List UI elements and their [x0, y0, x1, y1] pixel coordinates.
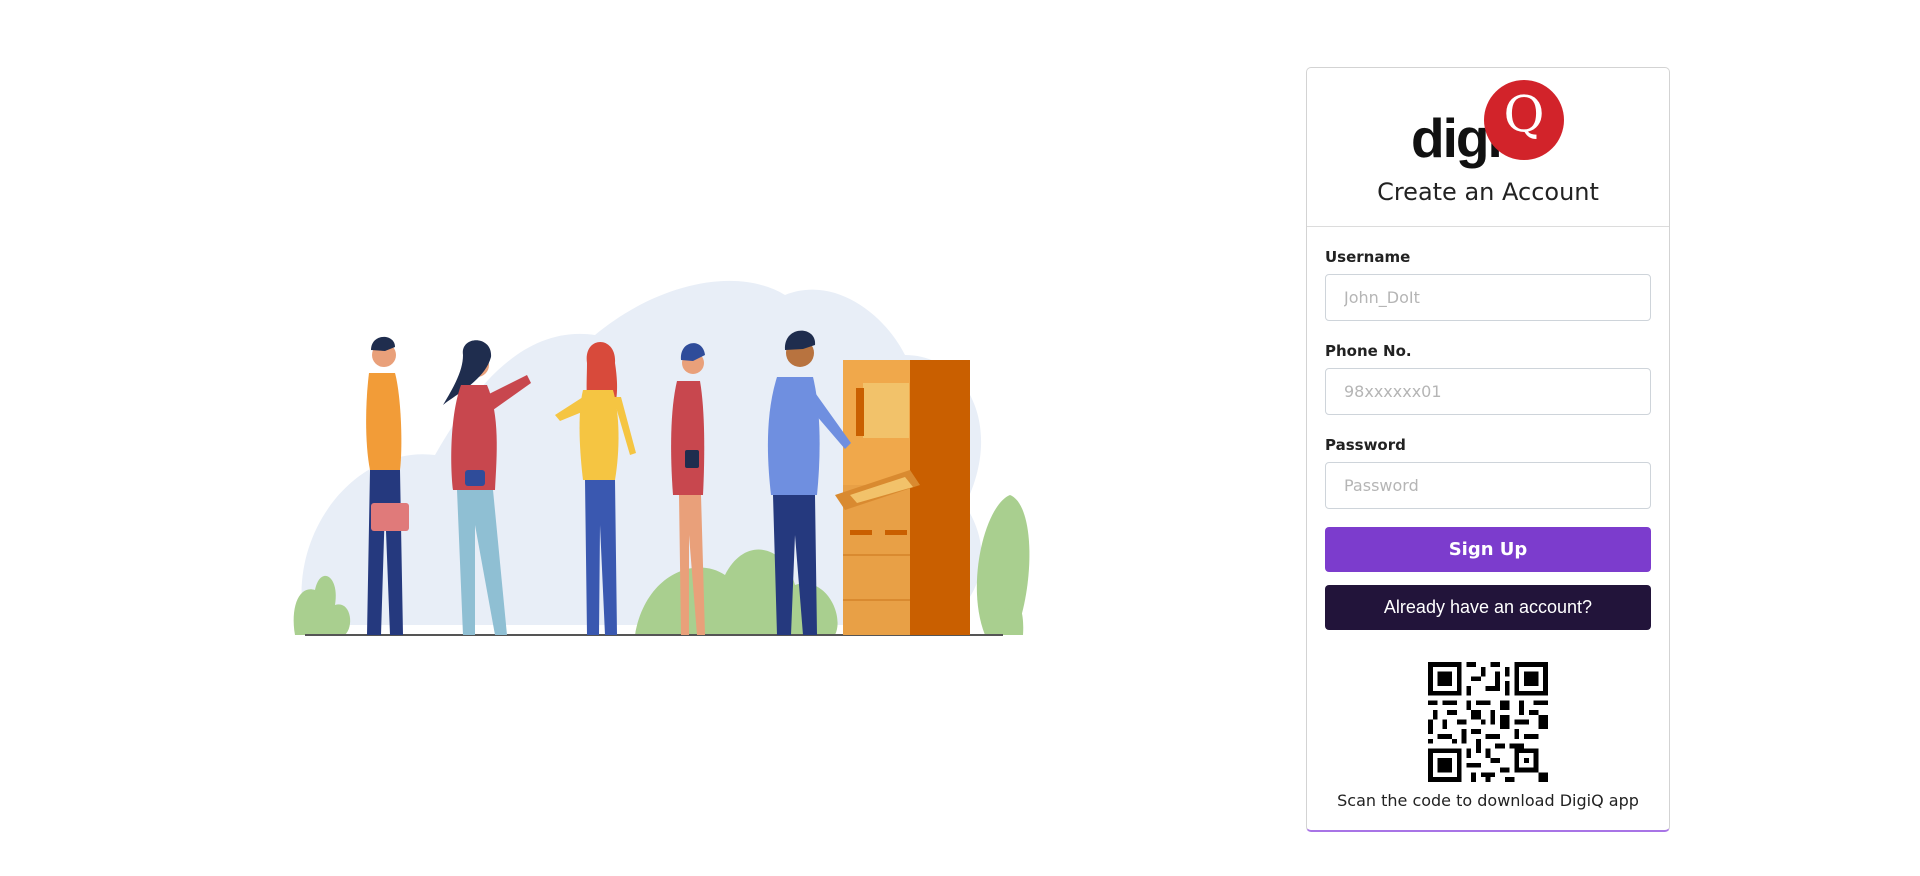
qr-caption: Scan the code to download DigiQ app: [1337, 791, 1639, 810]
phone-group: Phone No.: [1325, 342, 1651, 415]
phone-label: Phone No.: [1325, 342, 1412, 360]
login-button[interactable]: Already have an account?: [1325, 585, 1651, 630]
username-input[interactable]: [1325, 274, 1651, 321]
password-group: Password: [1325, 436, 1651, 509]
signup-button[interactable]: Sign Up: [1325, 527, 1651, 572]
digiq-logo: digi Q: [1411, 80, 1566, 170]
phone-input[interactable]: [1325, 368, 1651, 415]
page-title: Create an Account: [1377, 178, 1599, 206]
password-label: Password: [1325, 436, 1406, 454]
username-group: Username: [1325, 248, 1651, 321]
logo-mark: Q: [1503, 85, 1545, 143]
qr-code-icon: [1428, 662, 1548, 782]
card-header: digi Q Create an Account: [1307, 68, 1669, 227]
signup-card: digi Q Create an Account Username Phone …: [1306, 67, 1670, 832]
queue-illustration: [293, 280, 1030, 636]
username-label: Username: [1325, 248, 1411, 266]
password-input[interactable]: [1325, 462, 1651, 509]
signup-form: Username Phone No. Password Sign Up Alre…: [1307, 248, 1669, 810]
qr-section: Scan the code to download DigiQ app: [1325, 662, 1651, 810]
logo-circle: Q: [1484, 80, 1564, 160]
